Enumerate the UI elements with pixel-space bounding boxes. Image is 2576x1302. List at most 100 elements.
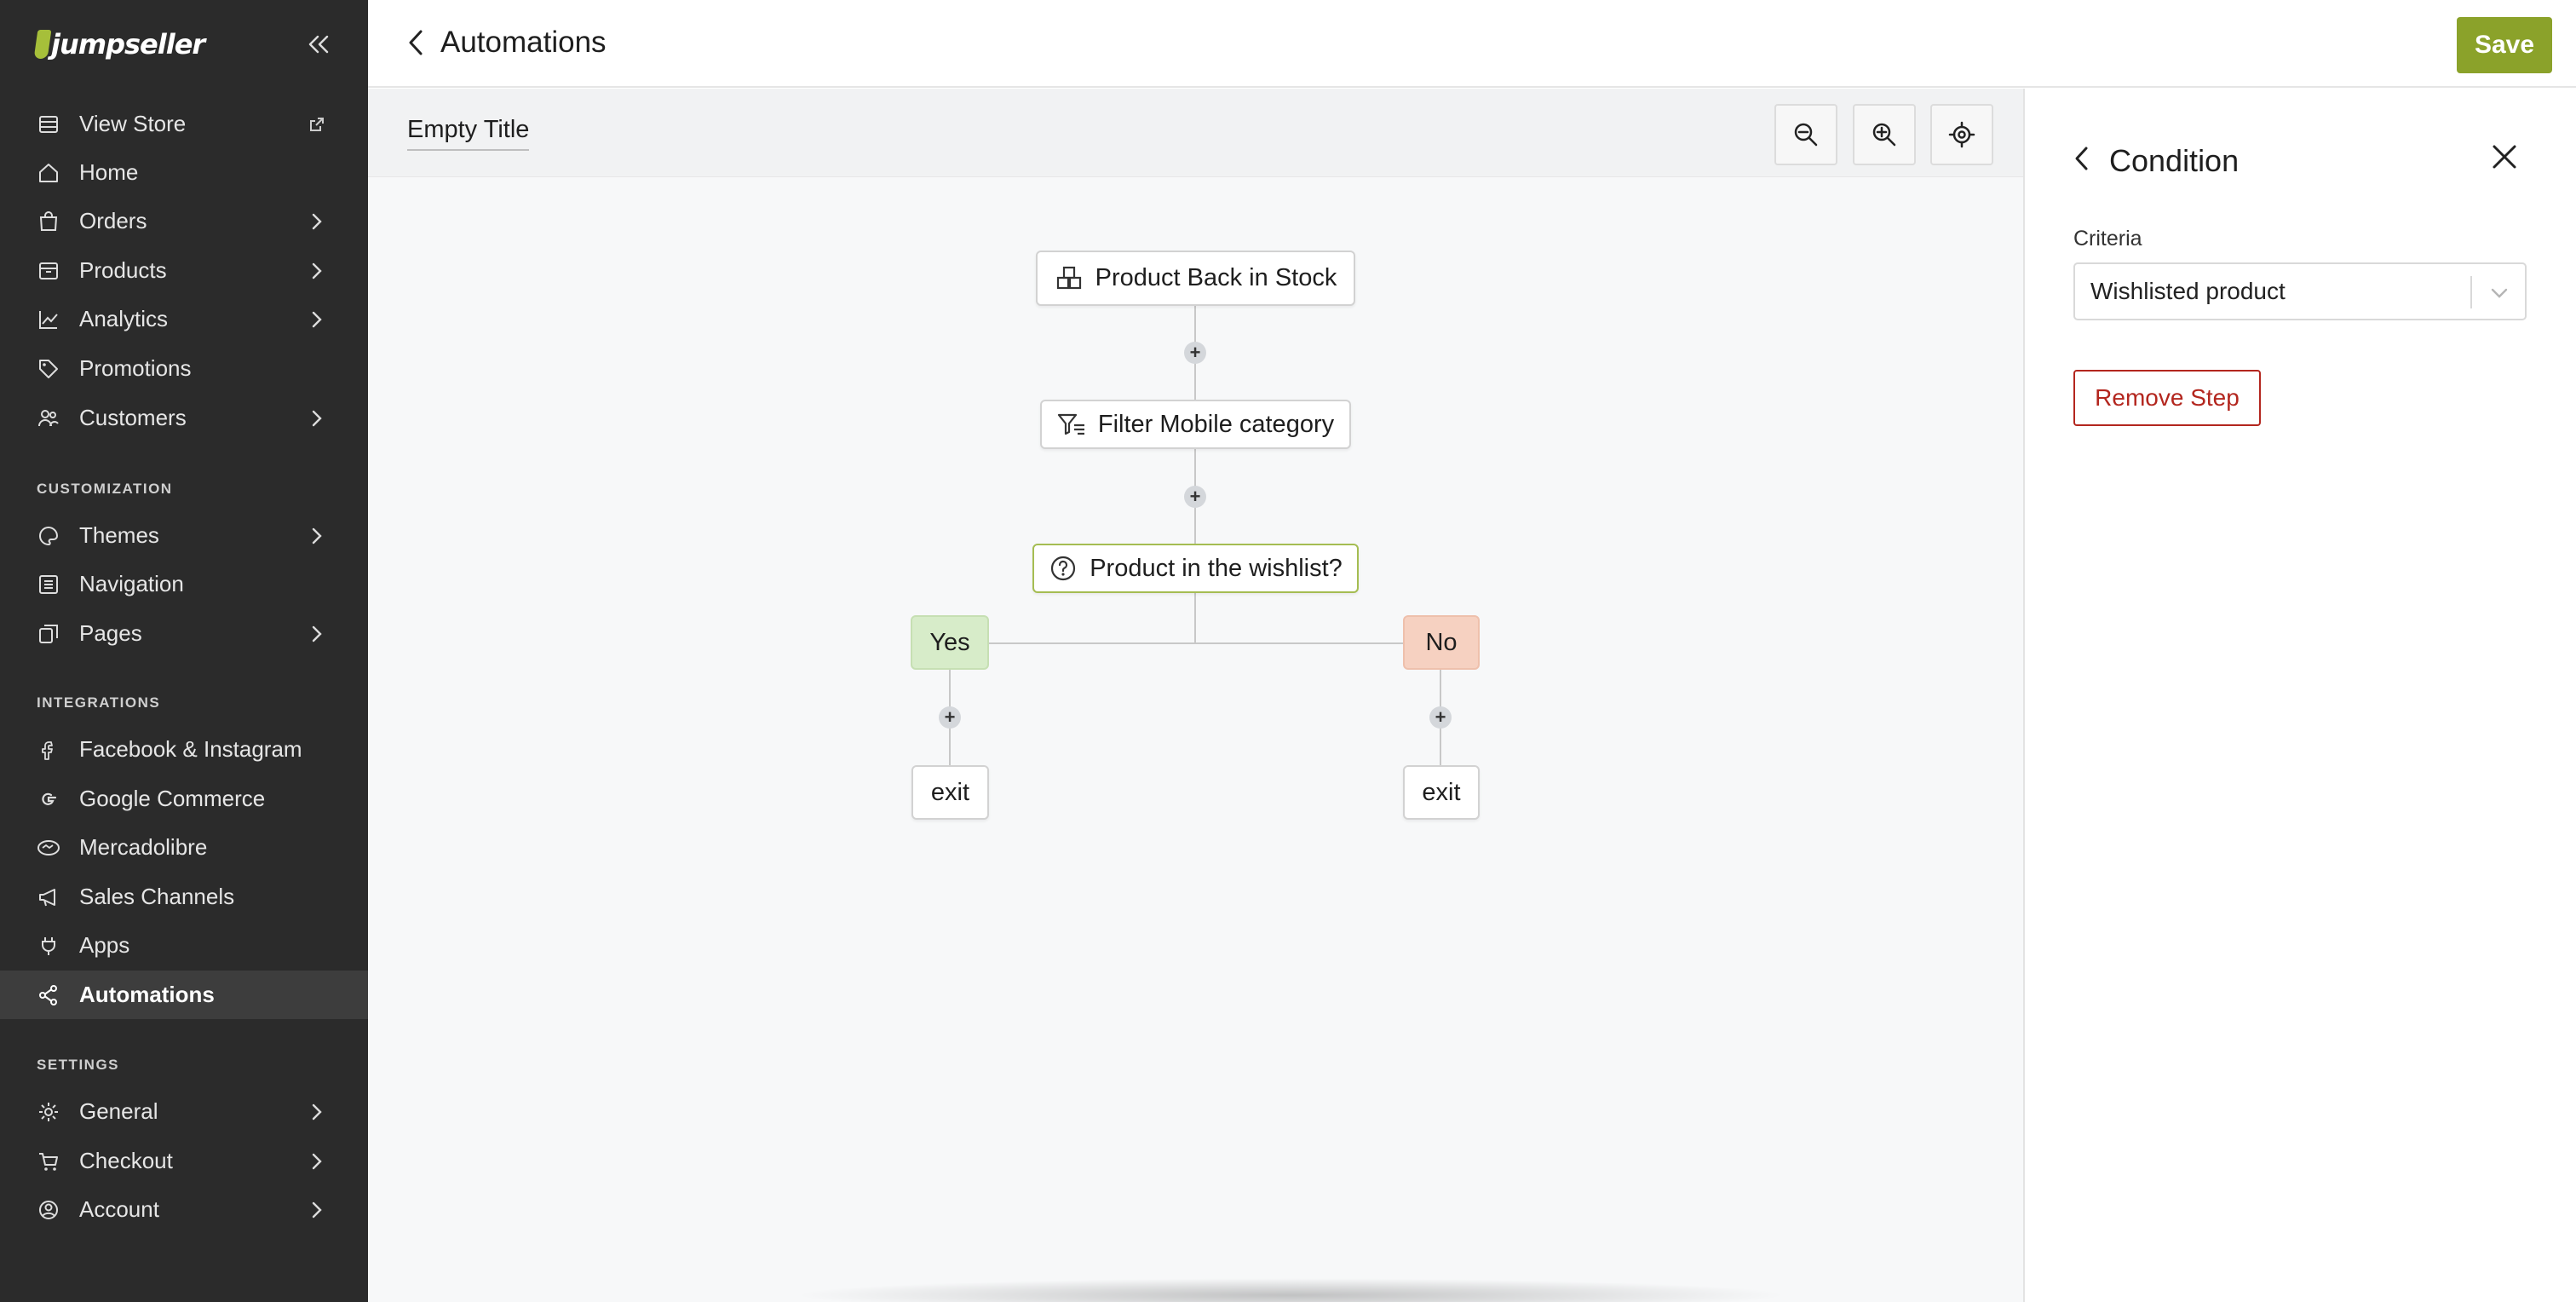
branch-yes-label[interactable]: Yes — [911, 615, 989, 670]
remove-step-button[interactable]: Remove Step — [2073, 370, 2261, 426]
user-circle-icon — [36, 1197, 61, 1223]
zoom-out-icon — [1794, 123, 1818, 147]
branch-no-label[interactable]: No — [1403, 615, 1480, 670]
section-label-integrations: INTEGRATIONS — [37, 694, 161, 711]
save-button[interactable]: Save — [2457, 17, 2552, 73]
sidebar-item-label: Checkout — [79, 1148, 173, 1173]
section-label-settings: SETTINGS — [37, 1057, 120, 1073]
sidebar-item-automations[interactable]: Automations — [0, 971, 368, 1019]
sidebar-item-label: Pages — [79, 620, 142, 646]
node-label: Filter Mobile category — [1097, 410, 1335, 438]
box-stack-icon — [1055, 264, 1084, 293]
cart-icon — [36, 1149, 61, 1174]
sidebar-item-analytics[interactable]: Analytics — [0, 295, 368, 343]
sidebar-item-label: Customers — [79, 405, 187, 430]
sidebar-item-orders[interactable]: Orders — [0, 197, 368, 245]
sidebar-item-label: Facebook & Instagram — [79, 736, 302, 762]
sidebar-item-facebook-instagram[interactable]: Facebook & Instagram — [0, 725, 368, 774]
users-icon — [36, 406, 61, 431]
section-label-customization: CUSTOMIZATION — [37, 481, 173, 497]
select-separator — [2470, 276, 2472, 308]
node-label: Product in the wishlist? — [1090, 554, 1343, 582]
node-label: Product Back in Stock — [1095, 264, 1337, 291]
home-icon — [36, 160, 61, 186]
filter-node[interactable]: Filter Mobile category — [1040, 400, 1351, 449]
tag-icon — [36, 356, 61, 382]
zoom-out-button[interactable] — [1774, 104, 1837, 165]
sidebar-item-mercadolibre[interactable]: Mercadolibre — [0, 823, 368, 872]
sidebar-item-pages[interactable]: Pages — [0, 609, 368, 658]
recenter-button[interactable] — [1930, 104, 1993, 165]
criteria-selected-value: Wishlisted product — [2090, 278, 2286, 304]
sidebar-item-label: Sales Channels — [79, 884, 235, 909]
sidebar-item-google-commerce[interactable]: Google Commerce — [0, 775, 368, 823]
crosshair-icon — [1948, 121, 1975, 148]
criteria-select[interactable]: Wishlisted product — [2073, 262, 2527, 320]
sidebar-item-themes[interactable]: Themes — [0, 511, 368, 560]
sidebar-item-navigation[interactable]: Navigation — [0, 560, 368, 608]
sidebar-item-home[interactable]: Home — [0, 148, 368, 197]
flow-title-input[interactable]: Empty Title — [407, 116, 530, 151]
trigger-node[interactable]: Product Back in Stock — [1036, 251, 1355, 306]
box-icon — [36, 258, 61, 284]
sidebar-item-view-store[interactable]: View Store — [0, 100, 368, 148]
chevron-right-icon — [307, 261, 327, 281]
plug-icon — [36, 933, 61, 959]
sidebar-item-general[interactable]: General — [0, 1087, 368, 1136]
chevron-right-icon — [307, 526, 327, 546]
sidebar-item-label: Products — [79, 257, 167, 283]
sidebar-item-checkout[interactable]: Checkout — [0, 1137, 368, 1185]
sidebar-item-label: Home — [79, 159, 139, 185]
collapse-sidebar-button[interactable] — [303, 29, 334, 60]
google-icon — [36, 786, 61, 812]
question-circle-icon — [1049, 554, 1078, 583]
sidebar-item-promotions[interactable]: Promotions — [0, 344, 368, 393]
chart-icon — [36, 307, 61, 332]
chevron-left-icon — [2075, 147, 2088, 170]
chevron-right-icon — [307, 211, 327, 232]
sidebar-item-label: Navigation — [79, 571, 184, 596]
panel-back-button[interactable] — [2068, 141, 2094, 176]
add-step-button[interactable]: + — [1184, 486, 1206, 508]
sidebar-item-label: Apps — [79, 932, 130, 958]
add-step-button[interactable]: + — [939, 706, 961, 729]
sidebar-item-sales-channels[interactable]: Sales Channels — [0, 873, 368, 921]
chevron-right-icon — [307, 1102, 327, 1122]
sidebar-item-label: Google Commerce — [79, 786, 266, 811]
page-title: Automations — [440, 26, 607, 59]
exit-node-yes[interactable]: exit — [911, 765, 989, 820]
jumpseller-logo[interactable]: jumpseller — [33, 22, 205, 66]
add-step-button[interactable]: + — [1184, 342, 1206, 364]
add-step-button[interactable]: + — [1429, 706, 1452, 729]
node-label: exit — [930, 778, 970, 806]
panel-close-button[interactable] — [2486, 138, 2523, 176]
sidebar-item-products[interactable]: Products — [0, 246, 368, 295]
sidebar-item-label: Themes — [79, 522, 159, 548]
zoom-in-button[interactable] — [1853, 104, 1916, 165]
zoom-in-icon — [1872, 123, 1896, 147]
panel-title: Condition — [2109, 143, 2240, 178]
criteria-label: Criteria — [2073, 227, 2142, 251]
chevron-right-icon — [307, 408, 327, 429]
chevron-right-icon — [307, 624, 327, 644]
sidebar-item-apps[interactable]: Apps — [0, 921, 368, 970]
sidebar-item-customers[interactable]: Customers — [0, 394, 368, 442]
list-icon — [36, 572, 61, 597]
chevron-right-icon — [307, 1200, 327, 1220]
back-button[interactable] — [400, 26, 431, 60]
chevron-down-icon[interactable] — [2482, 276, 2516, 310]
top-header — [368, 0, 2576, 88]
palette-icon — [36, 523, 61, 549]
chevron-right-icon — [307, 1151, 327, 1172]
sidebar-item-account[interactable]: Account — [0, 1185, 368, 1234]
exit-node-no[interactable]: exit — [1403, 765, 1480, 820]
condition-node[interactable]: Product in the wishlist? — [1032, 544, 1359, 593]
sidebar-item-label: Orders — [79, 208, 147, 233]
share-icon — [36, 982, 61, 1008]
pages-icon — [36, 621, 61, 647]
handshake-icon — [36, 835, 61, 861]
branch-connector-line — [989, 642, 1405, 644]
node-label: exit — [1422, 778, 1461, 806]
sidebar-item-label: View Store — [79, 111, 187, 136]
external-link-icon — [307, 114, 327, 135]
